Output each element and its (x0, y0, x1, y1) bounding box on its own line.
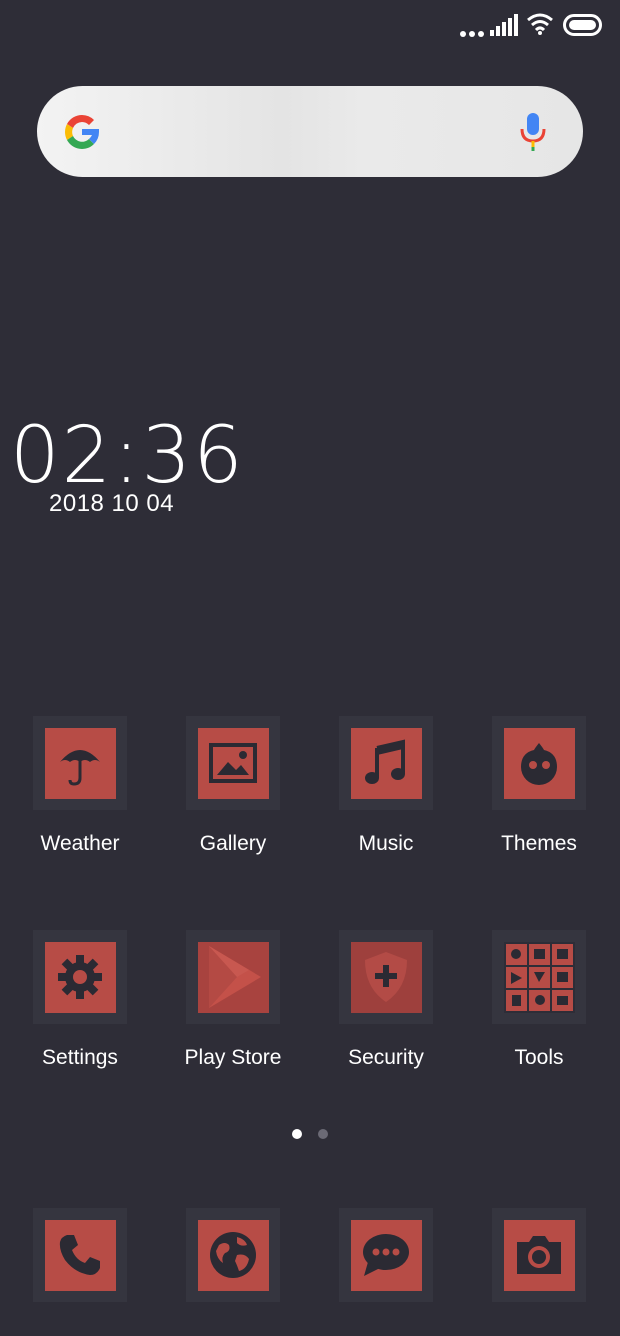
app-label: Gallery (199, 832, 267, 855)
microphone-icon[interactable] (519, 111, 547, 153)
music-note-icon (365, 739, 405, 784)
app-label: Weather (40, 832, 120, 855)
app-tile (33, 930, 127, 1024)
clock-time: 02:36 (10, 411, 245, 501)
app-label: Tools (514, 1046, 564, 1069)
app-security[interactable]: Security (311, 930, 461, 1070)
app-play-store[interactable]: Play Store (158, 930, 308, 1070)
app-settings[interactable]: Settings (5, 930, 155, 1070)
app-tile (339, 1208, 433, 1302)
camera-icon (517, 1236, 561, 1274)
app-tile (339, 930, 433, 1024)
shield-icon (365, 952, 407, 1002)
page-dot[interactable] (318, 1129, 328, 1139)
clock-widget[interactable]: 02:36 2018 10 04 (10, 411, 245, 517)
page-dot-active[interactable] (292, 1129, 302, 1139)
tools-grid-icon (503, 941, 575, 1013)
dock-messages[interactable] (311, 1208, 461, 1302)
app-tile (186, 1208, 280, 1302)
app-label: Settings (42, 1046, 118, 1069)
app-themes[interactable]: Themes (464, 716, 614, 856)
gear-icon (58, 955, 102, 999)
app-label: Themes (501, 832, 577, 855)
umbrella-icon (60, 750, 100, 786)
app-gallery[interactable]: Gallery (158, 716, 308, 856)
clock-date: 2018 10 04 (49, 490, 175, 517)
chat-bubble-icon (363, 1234, 409, 1276)
dock-phone[interactable] (5, 1208, 155, 1302)
app-tile (492, 716, 586, 810)
dock-browser[interactable] (158, 1208, 308, 1302)
app-tile (492, 930, 586, 1024)
app-label: Music (358, 832, 414, 855)
globe-icon (210, 1232, 256, 1278)
image-icon (209, 743, 257, 783)
google-logo-icon (65, 115, 99, 149)
status-bar (460, 10, 620, 40)
dock-camera[interactable] (464, 1208, 614, 1302)
app-tile (33, 716, 127, 810)
phone-icon (59, 1235, 100, 1275)
more-dots-icon (460, 24, 487, 42)
app-tile (492, 1208, 586, 1302)
app-label: Play Store (184, 1046, 282, 1069)
app-tile (186, 716, 280, 810)
signal-icon (490, 14, 518, 36)
app-weather[interactable]: Weather (5, 716, 155, 856)
themes-icon (521, 743, 557, 785)
app-label: Security (348, 1046, 424, 1069)
page-indicator (292, 1126, 344, 1144)
app-music[interactable]: Music (311, 716, 461, 856)
battery-icon (563, 14, 602, 36)
google-search-bar[interactable] (37, 86, 583, 177)
app-tools[interactable]: Tools (464, 930, 614, 1070)
play-triangle-icon (209, 946, 261, 1008)
app-tile (186, 930, 280, 1024)
wifi-icon (527, 13, 553, 35)
app-tile (33, 1208, 127, 1302)
app-tile (339, 716, 433, 810)
